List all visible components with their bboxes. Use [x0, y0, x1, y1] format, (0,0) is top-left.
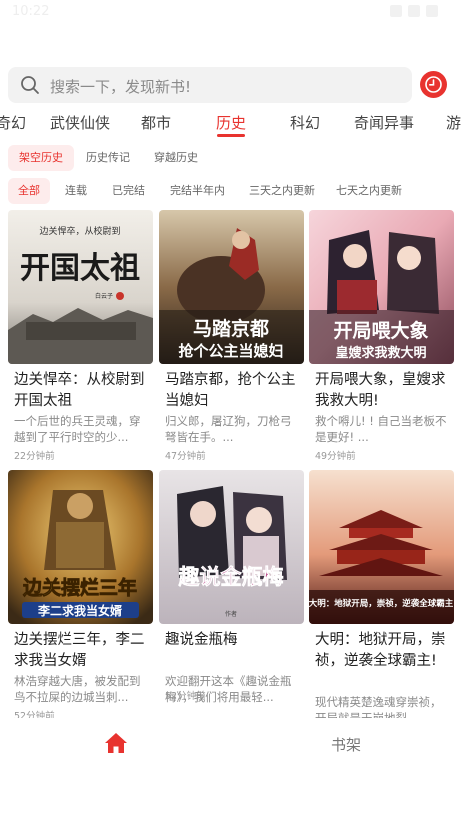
cover-tagline: 边关悍卒，从校尉到	[39, 225, 120, 237]
status-bar: 10:22	[0, 0, 462, 24]
search-placeholder: 搜索一下，发现新书!	[50, 78, 192, 96]
book-title: 边关摆烂三年，李二求我当女婿	[14, 632, 145, 669]
history-clock-button[interactable]	[420, 71, 447, 98]
cover-title-text: 边关摆烂三年	[22, 576, 137, 599]
subcat-alt-history[interactable]: 架空历史	[8, 145, 74, 171]
battery-icon	[426, 5, 438, 17]
cover-title-text: 开国太祖	[20, 251, 140, 286]
filter-all[interactable]: 全部	[8, 178, 50, 204]
tab-oddities[interactable]: 奇闻异事	[354, 112, 414, 133]
clock-icon	[425, 76, 442, 93]
tab-history-underline	[217, 134, 245, 137]
tab-games[interactable]: 游	[446, 112, 461, 133]
book-cover: 边关悍卒，从校尉到 开国太祖 白云子	[8, 210, 153, 364]
subcat-biography[interactable]: 历史传记	[75, 145, 141, 171]
category-tabs: 奇幻 武侠仙侠 都市 历史 科幻 奇闻异事 游	[0, 104, 462, 138]
filter-updated-7-days[interactable]: 七天之内更新	[326, 178, 412, 204]
cover-author: 作者	[225, 610, 237, 618]
book-description: 现代精英楚逸魂穿崇祯，开局就是天崩地裂...	[315, 695, 442, 718]
search-input[interactable]: 搜索一下，发现新书!	[8, 67, 412, 103]
search-icon	[21, 76, 39, 94]
book-description: 林浩穿越大唐，被发配到鸟不拉屎的边城当刺...	[14, 674, 141, 704]
subcategory-row: 架空历史 历史传记 穿越历史	[0, 145, 462, 171]
tab-wuxia[interactable]: 武侠仙侠	[50, 112, 110, 133]
bookshelf-tab[interactable]: 书架	[331, 734, 361, 755]
book-cover: 边关摆烂三年 李二求我当女婿	[8, 470, 153, 624]
book-update-time: 52分钟前	[165, 691, 206, 702]
wifi-icon	[390, 5, 402, 17]
tab-scifi[interactable]: 科幻	[290, 112, 320, 133]
book-update-time: 22分钟前	[14, 451, 55, 462]
tab-urban[interactable]: 都市	[141, 112, 171, 133]
book-grid: 边关悍卒，从校尉到 开国太祖 白云子 边关悍卒：从校尉到开国太祖 一个后世的兵王…	[0, 210, 462, 718]
cover-title-text: 马踏京都	[193, 317, 269, 340]
cover-title-text: 开局喂大象	[333, 319, 428, 342]
filter-completed-half-year[interactable]: 完结半年内	[160, 178, 235, 204]
book-update-time: 49分钟前	[315, 451, 356, 462]
subcat-time-travel[interactable]: 穿越历史	[143, 145, 209, 171]
cover-title-text: 趣说金瓶梅	[178, 565, 284, 589]
filter-completed[interactable]: 已完结	[102, 178, 155, 204]
book-cover: 开局喂大象 皇嫂求我救大明	[309, 210, 454, 364]
tab-fantasy[interactable]: 奇幻	[0, 112, 26, 133]
search-row: 搜索一下，发现新书!	[8, 67, 454, 103]
cover-subtitle-text: 抢个公主当媳妇	[178, 342, 283, 360]
book-update-time: 47分钟前	[165, 451, 206, 462]
book-title: 趣说金瓶梅	[165, 632, 238, 648]
tab-history[interactable]: 历史	[216, 112, 246, 133]
filter-ongoing[interactable]: 连载	[55, 178, 97, 204]
home-icon[interactable]	[104, 731, 128, 755]
book-title: 马踏京都，抢个公主当媳妇	[165, 372, 296, 409]
book-description: 一个后世的兵王灵魂，穿越到了平行时空的少...	[14, 414, 141, 444]
book-cover: 马踏京都 抢个公主当媳妇	[159, 210, 304, 364]
cover-author: 白云子	[95, 292, 113, 300]
status-time: 10:22	[12, 4, 50, 19]
book-cover: 大明：地狱开局，崇祯，逆袭全球霸主	[309, 470, 454, 624]
filter-updated-3-days[interactable]: 三天之内更新	[239, 178, 325, 204]
book-title: 开局喂大象，皇嫂求我救大明!	[315, 372, 446, 409]
signal-icon	[408, 5, 420, 17]
book-description: 归义郎，屠辽狗，刀枪弓弩皆在手。...	[165, 414, 292, 444]
status-icons	[390, 5, 438, 17]
book-update-time: 52分钟前	[14, 711, 55, 718]
filter-row: 全部 连载 已完结 完结半年内 三天之内更新 七天之内更新	[0, 178, 462, 204]
cover-subtitle-text: 皇嫂求我救大明	[335, 345, 426, 361]
book-cover: 趣说金瓶梅 作者	[159, 470, 304, 624]
cover-subtitle-text: 李二求我当女婿	[37, 603, 122, 618]
book-description: 救个嘚儿! ! 自己当老板不是更好! ...	[315, 414, 447, 444]
cover-title-text: 大明：地狱开局，崇祯，逆袭全球霸主	[309, 598, 454, 609]
book-title: 大明：地狱开局，崇祯，逆袭全球霸主!	[315, 632, 446, 669]
bottom-navigation: 书架	[0, 718, 462, 768]
book-title: 边关悍卒：从校尉到开国太祖	[14, 372, 145, 409]
